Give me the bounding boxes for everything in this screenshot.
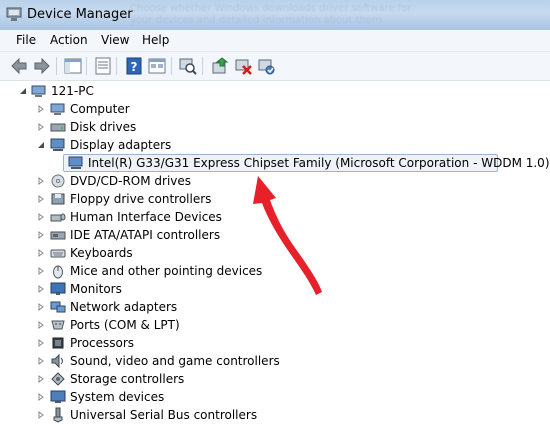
annotation-arrow xyxy=(253,176,322,295)
